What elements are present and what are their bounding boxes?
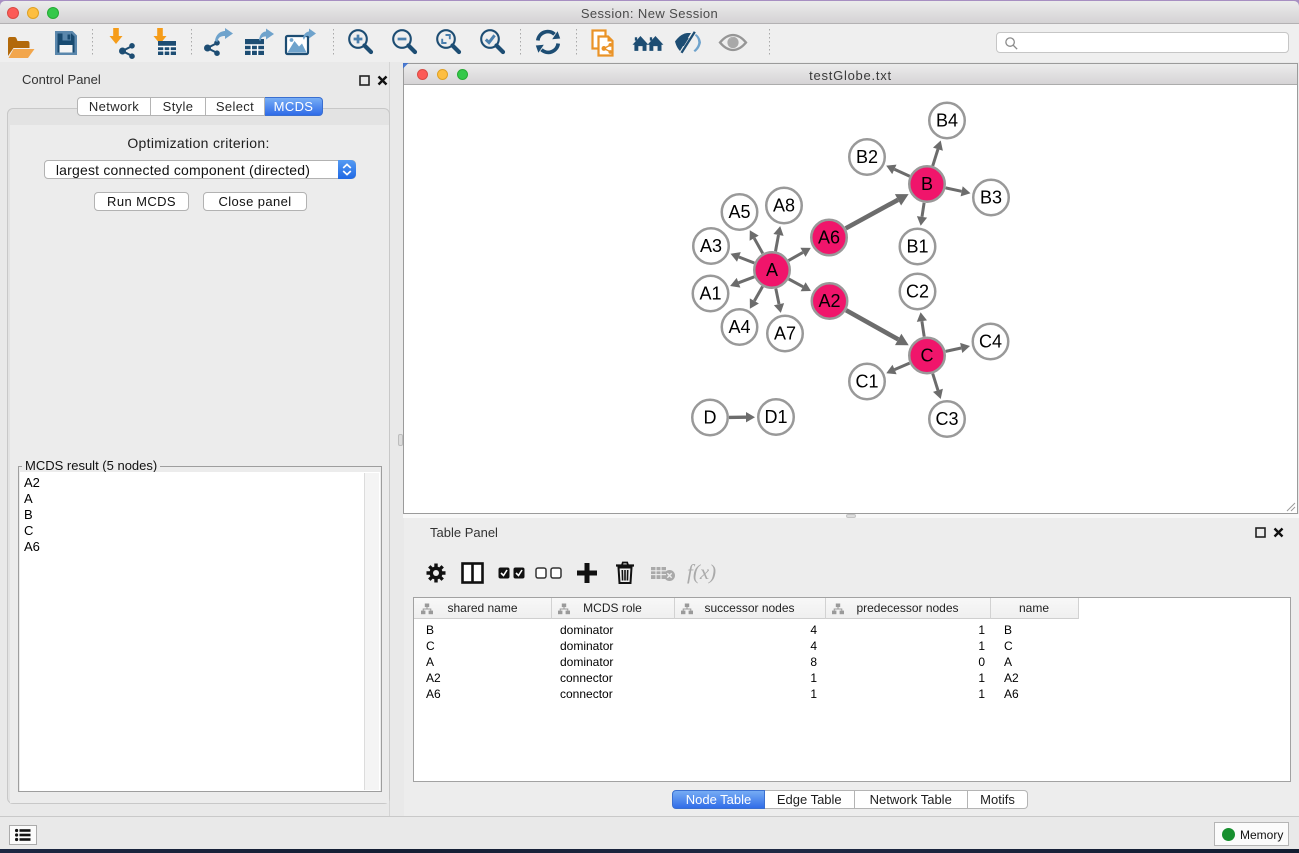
svg-text:B3: B3: [980, 188, 1002, 208]
svg-text:C: C: [921, 346, 934, 366]
svg-text:B4: B4: [936, 111, 958, 131]
svg-text:B: B: [921, 174, 933, 194]
svg-text:B1: B1: [906, 237, 928, 257]
svg-text:A3: A3: [700, 236, 722, 256]
svg-text:D1: D1: [764, 407, 787, 427]
svg-text:D: D: [704, 408, 717, 428]
svg-text:C4: C4: [979, 332, 1002, 352]
svg-text:C2: C2: [906, 282, 929, 302]
svg-text:C1: C1: [855, 372, 878, 392]
svg-text:A4: A4: [728, 317, 750, 337]
svg-text:A6: A6: [818, 228, 840, 248]
svg-text:A2: A2: [818, 291, 840, 311]
svg-text:A7: A7: [774, 324, 796, 344]
svg-text:A5: A5: [728, 202, 750, 222]
svg-text:A1: A1: [699, 284, 721, 304]
svg-text:B2: B2: [856, 147, 878, 167]
svg-text:C3: C3: [935, 409, 958, 429]
svg-text:A8: A8: [773, 196, 795, 216]
svg-text:A: A: [766, 260, 778, 280]
